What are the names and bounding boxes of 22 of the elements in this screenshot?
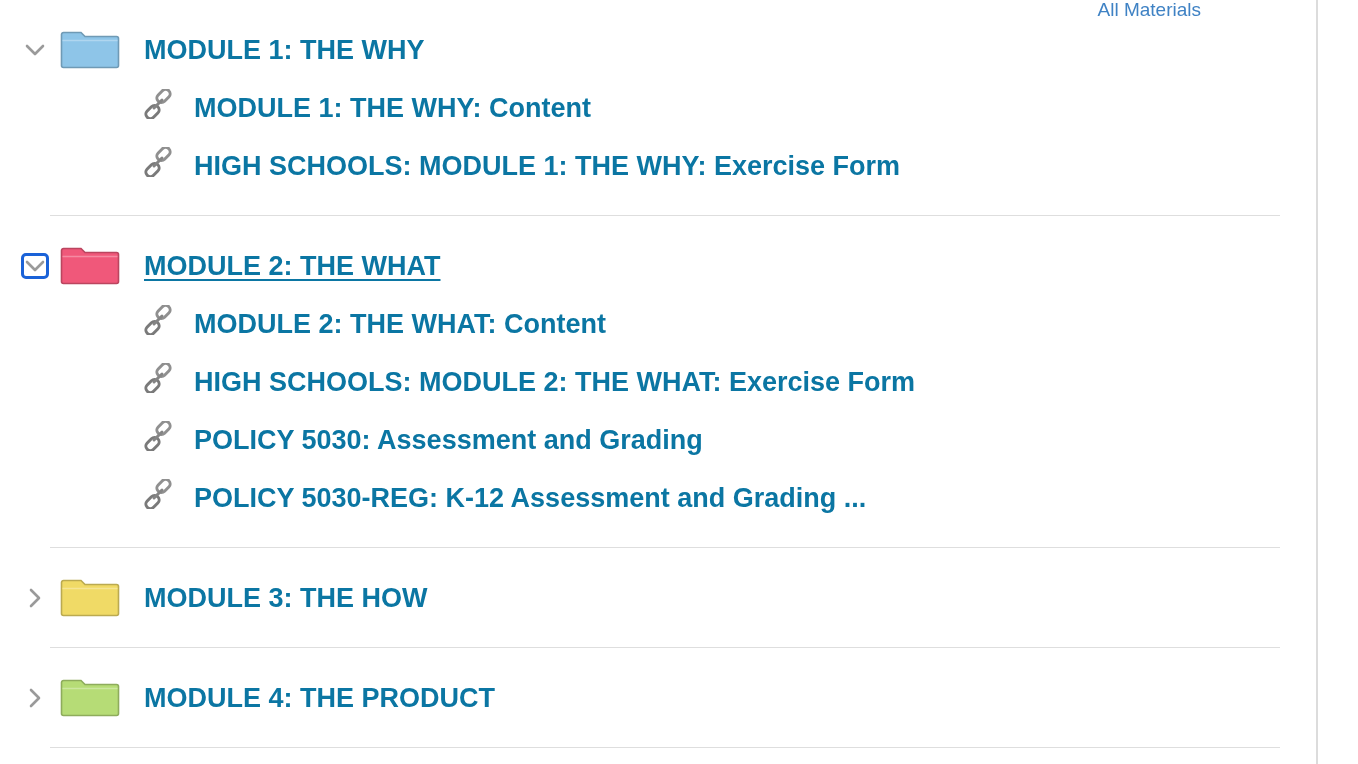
all-materials-link[interactable]: All Materials (1097, 0, 1201, 20)
chain-link-icon (143, 305, 173, 335)
material-link[interactable]: POLICY 5030-REG: K-12 Assessment and Grading ... (194, 482, 867, 514)
module-title-link[interactable]: MODULE 3: THE HOW (144, 582, 428, 614)
module-title-link[interactable]: MODULE 1: THE WHY (144, 34, 425, 66)
chain-link-icon (143, 89, 173, 119)
chevron-down-icon (25, 260, 45, 272)
module-title-link[interactable]: MODULE 4: THE PRODUCT (144, 682, 495, 714)
chevron-down-icon (25, 44, 45, 56)
material-link[interactable]: MODULE 2: THE WHAT: Content (194, 308, 606, 340)
chain-link-icon (143, 147, 173, 177)
material-link[interactable]: HIGH SCHOOLS: MODULE 1: THE WHY: Exercise Form (194, 150, 901, 182)
chain-link-icon (143, 363, 173, 393)
module-title-link[interactable]: MODULE 2: THE WHAT (144, 250, 441, 282)
expand-toggle[interactable] (21, 253, 49, 279)
material-link[interactable]: HIGH SCHOOLS: MODULE 2: THE WHAT: Exercise Form (194, 366, 916, 398)
material-link[interactable]: MODULE 1: THE WHY: Content (194, 92, 591, 124)
chain-link-icon (143, 421, 173, 451)
material-link[interactable]: POLICY 5030: Assessment and Grading (194, 424, 703, 456)
chain-link-icon (143, 479, 173, 509)
chevron-right-icon (29, 588, 41, 608)
chevron-right-icon (29, 688, 41, 708)
